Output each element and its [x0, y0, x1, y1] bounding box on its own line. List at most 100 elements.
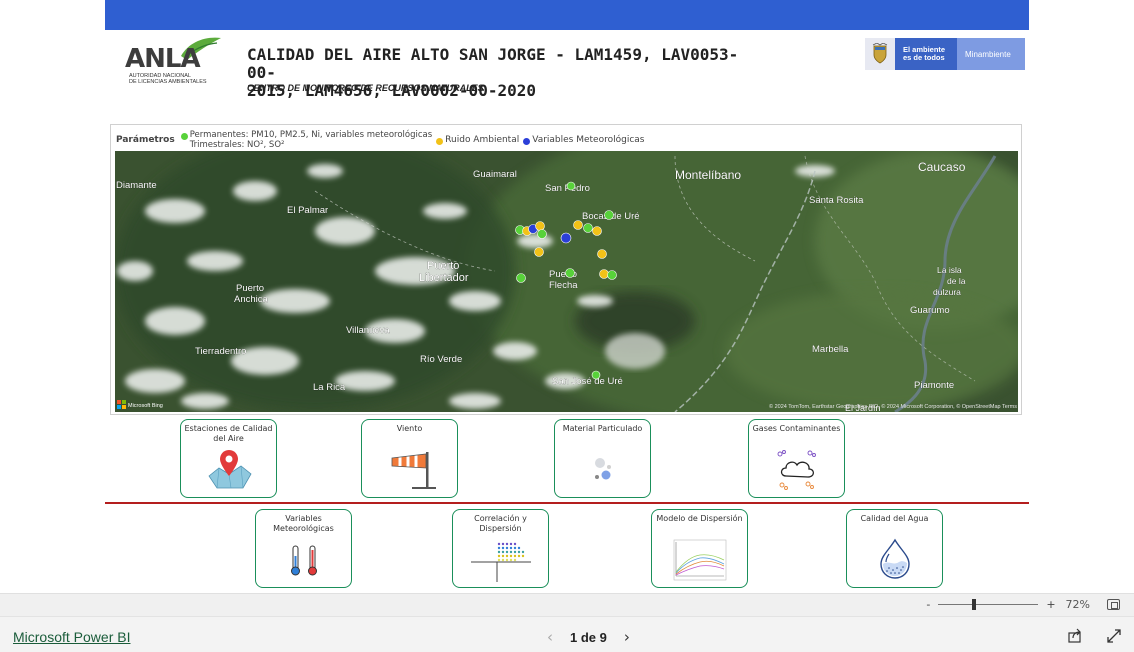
btn-label: Variables Meteorológicas	[273, 514, 334, 533]
windsock-icon	[362, 448, 457, 490]
btn-label: Calidad del Agua	[860, 514, 929, 523]
page-indicator: 1 de 9	[570, 629, 607, 645]
map-pin-icon	[181, 448, 276, 490]
place-label: Piamonte	[914, 380, 954, 391]
place-label: Anchica	[234, 294, 269, 305]
station-marker[interactable]	[560, 232, 572, 244]
place-label: Puerto	[236, 283, 264, 294]
page-subtitle: CENTRO DE MONITOREO DE RECURSOS NATURALE…	[247, 83, 484, 93]
page-navigator: ‹ 1 de 9 ›	[540, 628, 637, 646]
section-divider	[105, 502, 1029, 504]
place-label: Libertador	[419, 272, 469, 284]
legend-title: Parámetros	[116, 135, 175, 145]
station-marker[interactable]	[599, 269, 609, 279]
map-attribution[interactable]: © 2024 TomTom, Earthstar Geographics SIO…	[769, 403, 1017, 410]
thermometer-icon	[256, 538, 351, 578]
station-marker[interactable]	[565, 268, 575, 278]
legend-item-permanentes[interactable]: Permanentes: PM10, PM2.5, Ni, variables …	[180, 130, 433, 150]
legend-ruido-label: Ruido Ambiental	[445, 135, 520, 145]
station-marker[interactable]	[534, 247, 544, 257]
btn-viento[interactable]: Viento	[361, 419, 458, 498]
zoom-percentage: 72%	[1065, 598, 1090, 611]
station-marker[interactable]	[573, 220, 583, 230]
legend-permanentes-line1: Permanentes: PM10, PM2.5, Ni, variables …	[189, 130, 433, 140]
report-canvas: ANLA AUTORIDAD NACIONAL DE LICENCIAS AMB…	[105, 0, 1029, 593]
zoom-slider-thumb[interactable]	[972, 599, 977, 610]
next-page-button[interactable]: ›	[617, 628, 637, 646]
zoom-slider[interactable]	[938, 599, 1039, 610]
satellite-map[interactable]: Diamante Guaimaral San Pedro Montelíbano…	[115, 151, 1018, 412]
station-marker[interactable]	[583, 223, 593, 233]
btn-label: Estaciones de Calidad del Aire	[184, 424, 273, 443]
share-icon[interactable]	[1067, 628, 1083, 644]
powerbi-link[interactable]: Microsoft Power BI	[13, 629, 130, 645]
btn-label: Modelo de Dispersión	[656, 514, 743, 523]
place-label: Montelíbano	[675, 168, 741, 182]
btn-calidad-agua[interactable]: Calidad del Agua	[846, 509, 943, 588]
station-marker[interactable]	[604, 210, 614, 220]
ambiente-tagline: El ambiente es de todos	[895, 38, 957, 70]
logo-text: ANLA	[125, 44, 201, 74]
zoom-in-button[interactable]: +	[1046, 598, 1055, 611]
legend-item-meteorologicas[interactable]: Variables Meteorológicas	[523, 130, 644, 145]
btn-label: Viento	[396, 424, 423, 433]
zoom-control: - + 72%	[926, 598, 1090, 611]
place-label: La isla	[937, 265, 962, 275]
ministry-label: Minambiente	[957, 38, 1025, 70]
anla-logo: ANLA AUTORIDAD NACIONAL DE LICENCIAS AMB…	[123, 34, 223, 88]
prev-page-button[interactable]: ‹	[540, 628, 560, 646]
legend-meteorologicas-label: Variables Meteorológicas	[532, 135, 645, 145]
btn-label: Material Particulado	[562, 424, 643, 433]
place-label: Villanueva	[346, 325, 390, 336]
government-banner: El ambiente es de todos Minambiente	[865, 38, 1025, 70]
btn-variables-meteorologicas[interactable]: Variables Meteorológicas	[255, 509, 352, 588]
place-label: Diamante	[116, 180, 157, 191]
station-marker[interactable]	[516, 273, 526, 283]
station-marker[interactable]	[607, 270, 617, 280]
place-label: San José de Uré	[552, 376, 623, 387]
station-marker[interactable]	[566, 181, 576, 191]
place-label: Santa Rosita	[809, 195, 864, 206]
btn-material-particulado[interactable]: Material Particulado	[554, 419, 651, 498]
cloud-molecules-icon	[749, 448, 844, 492]
fit-to-page-icon[interactable]	[1107, 599, 1120, 610]
place-label: de la	[947, 276, 966, 286]
btn-estaciones-calidad-aire[interactable]: Estaciones de Calidad del Aire	[180, 419, 277, 498]
station-marker[interactable]	[591, 370, 601, 380]
place-label: dulzura	[933, 287, 961, 297]
place-label: El Palmar	[287, 205, 328, 216]
dispersion-chart-icon	[652, 538, 747, 582]
coat-of-arms-icon	[865, 38, 895, 70]
legend-item-ruido[interactable]: Ruido Ambiental	[436, 130, 519, 145]
btn-gases-contaminantes[interactable]: Gases Contaminantes	[748, 419, 845, 498]
ambiente-line-2: es de todos	[903, 53, 945, 62]
btn-correlacion-dispersion[interactable]: Correlación y Dispersión	[452, 509, 549, 588]
place-label: Guarumo	[910, 305, 950, 316]
station-marker[interactable]	[535, 221, 545, 231]
powerbi-footer: Microsoft Power BI ‹ 1 de 9 ›	[0, 616, 1134, 652]
station-marker[interactable]	[597, 249, 607, 259]
place-label: Caucaso	[918, 160, 966, 174]
bing-label: Microsoft Bing	[128, 403, 163, 409]
station-marker[interactable]	[537, 229, 547, 239]
place-label: Guaimaral	[473, 169, 517, 180]
place-label: Marbella	[812, 344, 849, 355]
place-label: Flecha	[549, 280, 578, 291]
place-label: La Rica	[313, 382, 346, 393]
title-line-1: CALIDAD DEL AIRE ALTO SAN JORGE - LAM145…	[247, 45, 739, 82]
place-label: Puerto	[427, 260, 459, 272]
legend-permanentes-line2: Trimestrales: NO², SO²	[189, 140, 285, 150]
water-drop-icon	[847, 538, 942, 580]
top-banner	[105, 0, 1029, 30]
zoom-out-button[interactable]: -	[926, 598, 930, 611]
logo-subtitle-2: DE LICENCIAS AMBIENTALES	[129, 79, 207, 85]
scatter-icon	[453, 538, 548, 582]
map-legend: Parámetros Permanentes: PM10, PM2.5, Ni,…	[116, 130, 648, 150]
map-visual: Parámetros Permanentes: PM10, PM2.5, Ni,…	[110, 124, 1022, 415]
legend-dot-blue-icon	[523, 138, 531, 145]
fullscreen-icon[interactable]	[1106, 628, 1122, 644]
btn-label: Correlación y Dispersión	[474, 514, 527, 533]
btn-modelo-dispersion[interactable]: Modelo de Dispersión	[651, 509, 748, 588]
place-label: Río Verde	[420, 354, 462, 365]
station-marker[interactable]	[592, 226, 602, 236]
